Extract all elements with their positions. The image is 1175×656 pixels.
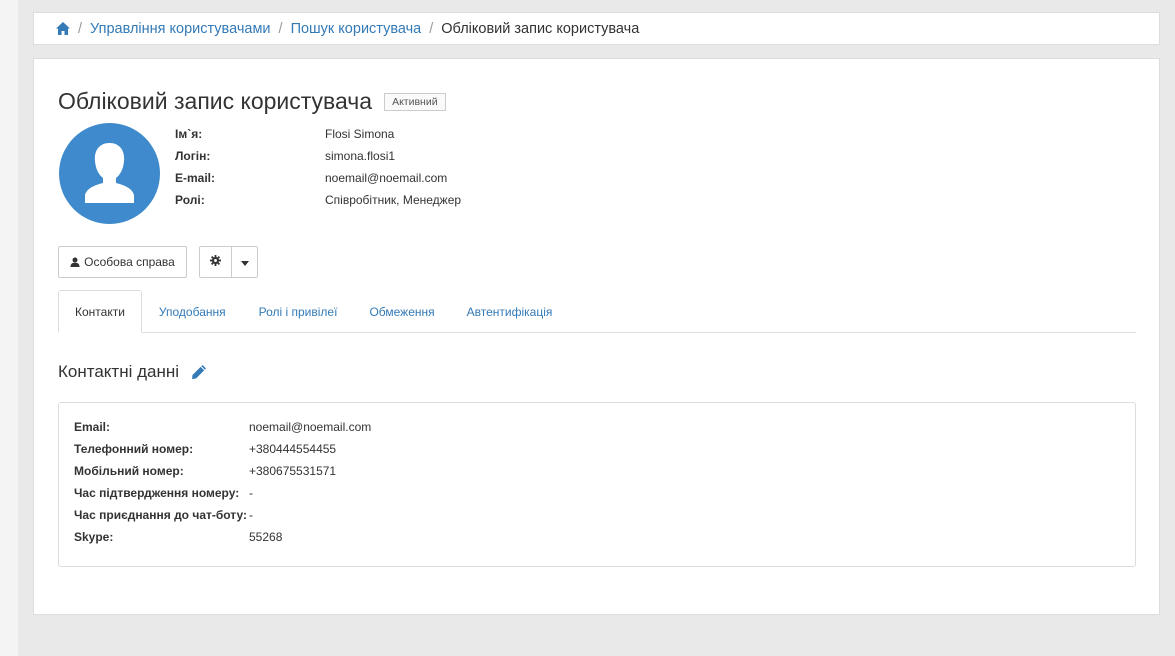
tabs: Контакти Уподобання Ролі і привілеї Обме…	[58, 290, 1136, 333]
left-strip	[0, 0, 18, 656]
contact-label: Час приєднання до чат-боту:	[74, 508, 247, 522]
settings-dropdown-toggle[interactable]	[232, 246, 258, 278]
pencil-icon[interactable]	[191, 364, 207, 380]
contact-value: -	[249, 486, 253, 500]
info-row-name: Ім`я: Flosi Simona	[175, 123, 461, 145]
contact-label: Телефонний номер:	[74, 442, 194, 456]
contact-label: Час підтвердження номеру:	[74, 486, 240, 500]
contacts-title: Контактні данні	[58, 362, 180, 381]
contact-row-chatbot-time: Час приєднання до чат-боту: -	[74, 504, 1120, 526]
tab-preferences[interactable]: Уподобання	[142, 290, 243, 333]
status-badge: Активний	[384, 92, 446, 111]
contact-value: noemail@noemail.com	[249, 420, 372, 434]
breadcrumb-user-search[interactable]: Пошук користувача	[291, 21, 422, 37]
home-icon[interactable]	[56, 22, 70, 35]
contact-value: +380444554455	[249, 442, 337, 456]
info-label: Ім`я:	[175, 127, 203, 141]
contact-value: -	[249, 508, 253, 522]
contact-row-mobile: Мобільний номер: +380675531571	[74, 460, 1120, 482]
tab-restrictions[interactable]: Обмеження	[353, 290, 450, 333]
contact-label: Мобільний номер:	[74, 464, 184, 478]
contact-value: +380675531571	[249, 464, 337, 478]
contact-row-skype: Skype: 55268	[74, 526, 1120, 548]
info-label: Логін:	[175, 149, 211, 163]
breadcrumb-separator: /	[278, 20, 283, 37]
info-value: Flosi Simona	[325, 127, 395, 141]
personal-file-button[interactable]: Особова справа	[58, 246, 187, 278]
breadcrumb-user-management[interactable]: Управління користувачами	[90, 21, 271, 37]
user-info: Ім`я: Flosi Simona Логін: simona.flosi1 …	[175, 123, 461, 211]
info-value: simona.flosi1	[325, 149, 396, 163]
gear-icon	[210, 253, 221, 271]
info-row-login: Логін: simona.flosi1	[175, 145, 461, 167]
breadcrumb-separator: /	[429, 20, 434, 37]
contact-row-phone: Телефонний номер: +380444554455	[74, 438, 1120, 460]
contacts-section-title: Контактні данні	[58, 362, 207, 382]
tab-contacts[interactable]: Контакти	[58, 290, 142, 333]
page-title: Обліковий запис користувача	[58, 88, 373, 114]
personal-file-label: Особова справа	[84, 255, 175, 269]
contacts-box: Email: noemail@noemail.com Телефонний но…	[58, 402, 1136, 567]
contact-row-email: Email: noemail@noemail.com	[74, 416, 1120, 438]
breadcrumb-separator: /	[78, 20, 83, 37]
caret-down-icon	[240, 253, 249, 271]
contact-label: Skype:	[74, 530, 114, 544]
info-row-roles: Ролі: Співробітник, Менеджер	[175, 189, 461, 211]
contact-row-confirm-time: Час підтвердження номеру: -	[74, 482, 1120, 504]
tab-authentication[interactable]: Автентифікація	[451, 290, 569, 333]
user-icon	[70, 257, 80, 267]
info-label: E-mail:	[175, 171, 216, 185]
user-avatar-icon	[59, 123, 160, 224]
tab-roles-privileges[interactable]: Ролі і привілеї	[243, 290, 354, 333]
info-value: noemail@noemail.com	[325, 171, 448, 185]
contact-label: Email:	[74, 420, 111, 434]
breadcrumb: / Управління користувачами / Пошук корис…	[33, 12, 1160, 45]
settings-button[interactable]	[199, 246, 232, 278]
breadcrumb-current: Обліковий запис користувача	[441, 20, 640, 37]
info-value: Співробітник, Менеджер	[325, 193, 462, 207]
contact-value: 55268	[249, 530, 283, 544]
title-row: Обліковий запис користувача Активний	[58, 88, 446, 115]
settings-button-group	[199, 246, 258, 278]
info-label: Ролі:	[175, 193, 205, 207]
info-row-email: E-mail: noemail@noemail.com	[175, 167, 461, 189]
account-panel: Обліковий запис користувача Активний Ім`…	[33, 58, 1160, 615]
